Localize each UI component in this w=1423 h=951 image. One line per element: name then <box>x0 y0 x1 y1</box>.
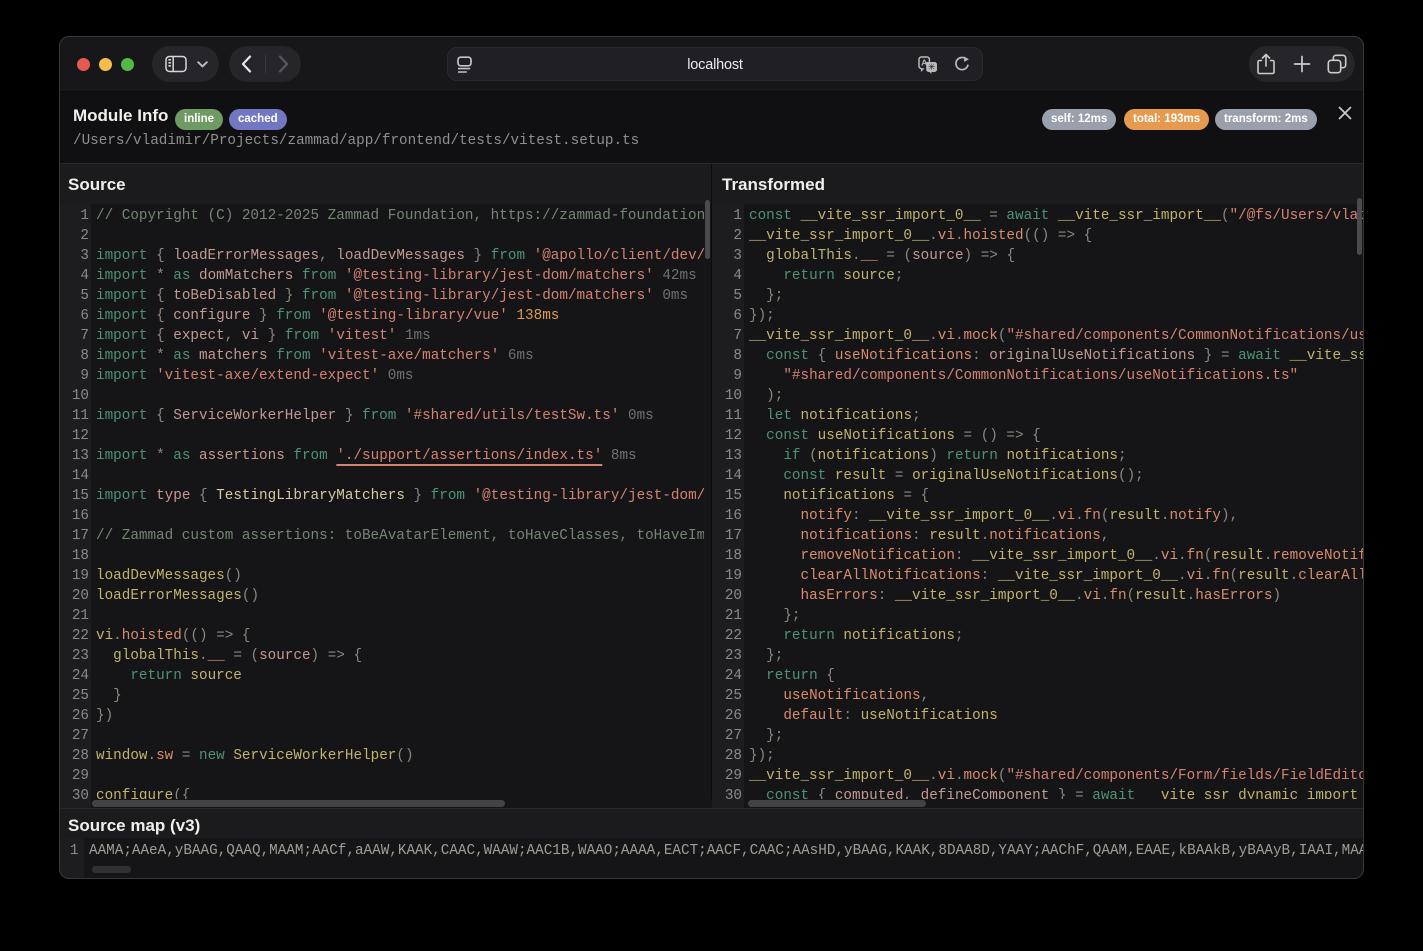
svg-text:✳: ✳ <box>928 62 936 72</box>
